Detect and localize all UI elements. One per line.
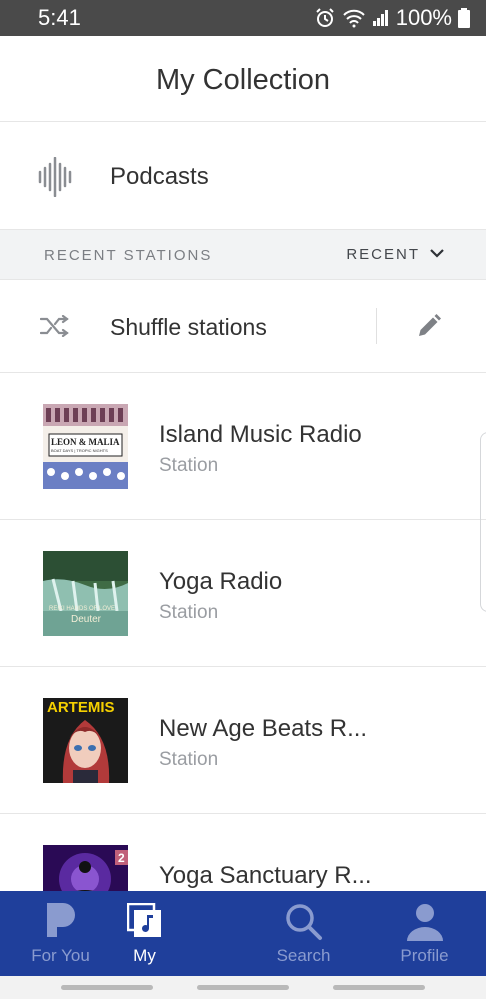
station-art: LEON & MALIA BOAT DAYS | TROPIC NIGHTS <box>43 404 128 489</box>
profile-icon <box>406 903 443 946</box>
nav-label: My <box>133 946 156 965</box>
podcasts-label: Podcasts <box>110 163 209 190</box>
wifi-icon <box>342 8 366 28</box>
edit-button[interactable] <box>416 313 446 343</box>
art-text-bottom: Deuter <box>71 614 102 625</box>
station-name: Island Music Radio <box>159 421 362 448</box>
status-bar: 5:41 100% <box>0 0 486 36</box>
station-art: ARTEMIS <box>43 698 128 783</box>
art-badge: 2 <box>118 851 125 865</box>
status-time: 5:41 <box>38 5 81 30</box>
chevron-down-icon <box>430 245 444 263</box>
station-row[interactable]: REIKI HANDS OF LOVE Deuter Yoga Radio St… <box>0 520 486 667</box>
home-gesture-hint[interactable] <box>197 985 289 990</box>
my-collection-icon <box>126 902 163 944</box>
station-type: Station <box>159 749 219 770</box>
podcasts-row[interactable]: Podcasts <box>0 123 486 230</box>
station-row[interactable]: LEON & MALIA BOAT DAYS | TROPIC NIGHTS I… <box>0 373 486 520</box>
sort-dropdown[interactable]: RECENT <box>346 245 444 263</box>
art-text-top: ARTEMIS <box>47 699 115 716</box>
nav-label: Profile <box>400 946 449 965</box>
battery-icon <box>458 8 470 28</box>
shuffle-icon <box>39 314 70 342</box>
nav-search[interactable]: Search <box>243 891 364 976</box>
station-row[interactable]: ARTEMIS New Age Beats R... Station <box>0 667 486 814</box>
art-text-top: REIKI HANDS OF LOVE <box>49 606 116 612</box>
waveform-icon <box>38 156 74 202</box>
shuffle-label: Shuffle stations <box>110 314 267 340</box>
nav-profile[interactable]: Profile <box>364 891 485 976</box>
recents-gesture-hint[interactable] <box>61 985 153 990</box>
recent-stations-header: RECENT STATIONS RECENT <box>0 230 486 280</box>
station-type: Station <box>159 602 219 623</box>
station-name: Yoga Sanctuary R... <box>159 862 372 889</box>
edge-panel-handle[interactable] <box>480 432 486 612</box>
sort-label: RECENT <box>346 245 420 263</box>
shuffle-stations-row[interactable]: Shuffle stations <box>0 280 486 373</box>
station-name: New Age Beats R... <box>159 715 368 742</box>
station-type: Station <box>159 455 219 476</box>
art-text-bottom: BOAT DAYS | TROPIC NIGHTS <box>51 448 108 453</box>
pandora-p-icon <box>45 903 77 942</box>
station-art: REIKI HANDS OF LOVE Deuter <box>43 551 128 636</box>
page-title: My Collection <box>155 64 331 96</box>
nav-label: Search <box>276 946 331 965</box>
bottom-nav: For You My Search Profile <box>0 891 486 976</box>
nav-my[interactable]: My <box>84 891 205 976</box>
art-text-top: LEON & MALIA <box>51 437 120 447</box>
divider <box>376 308 377 344</box>
system-navigation-bar <box>0 976 486 999</box>
page-header: My Collection <box>0 36 486 122</box>
section-title: RECENT STATIONS <box>44 247 213 264</box>
station-name: Yoga Radio <box>159 568 283 595</box>
signal-icon <box>372 9 390 27</box>
back-gesture-hint[interactable] <box>333 985 425 990</box>
battery-percent: 100% <box>395 5 452 30</box>
search-icon <box>285 903 323 946</box>
alarm-icon <box>314 7 336 29</box>
pencil-icon <box>416 314 442 343</box>
status-icons: 100% <box>314 5 470 31</box>
